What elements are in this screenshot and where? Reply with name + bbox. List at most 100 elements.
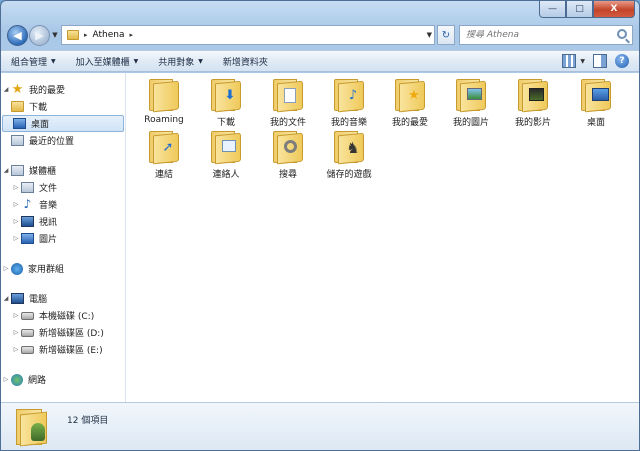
file-item-roaming[interactable]: Roaming	[135, 79, 193, 129]
file-item-favorites[interactable]: ★ 我的最愛	[381, 79, 439, 129]
expand-icon[interactable]: ▷	[11, 329, 21, 336]
tree-item-desktop[interactable]: 桌面	[2, 115, 124, 132]
expand-icon[interactable]: ▷	[11, 346, 21, 353]
maximize-button[interactable]: □	[566, 1, 593, 18]
share-with-button[interactable]: 共用對象 ▼	[158, 55, 203, 68]
tree-item-drive-c[interactable]: ▷ 本機磁碟 (C:)	[1, 307, 125, 324]
network-icon	[11, 373, 23, 386]
tree-item-favorites[interactable]: ◢ ★ 我的最愛	[1, 81, 125, 98]
new-folder-button[interactable]: 新增資料夾	[223, 55, 268, 68]
tree-label: 新增磁碟區 (D:)	[39, 329, 104, 339]
file-item-videos[interactable]: 我的影片	[504, 79, 562, 129]
recent-pages-dropdown[interactable]: ▼	[50, 31, 60, 39]
search-icon[interactable]	[617, 29, 627, 39]
recent-places-icon	[11, 135, 24, 146]
expand-icon[interactable]: ▷	[11, 218, 21, 225]
tree-item-computer[interactable]: ◢ 電腦	[1, 290, 125, 307]
tree-label: 音樂	[39, 201, 58, 211]
tree-item-pictures[interactable]: ▷ 圖片	[1, 230, 125, 247]
view-options-dropdown[interactable]: ▼	[580, 58, 585, 65]
folder-icon	[67, 30, 79, 40]
address-path[interactable]: Athena	[93, 30, 125, 40]
address-separator[interactable]: ▸	[84, 31, 88, 39]
local-disk-icon	[21, 311, 34, 320]
tree-item-libraries[interactable]: ◢ 媒體櫃	[1, 162, 125, 179]
tree-label: 視訊	[39, 218, 58, 228]
organize-label: 組合管理	[11, 57, 48, 68]
libraries-icon	[11, 165, 24, 176]
forward-button[interactable]: ▶	[29, 24, 50, 46]
preview-pane-icon[interactable]	[593, 54, 607, 68]
tree-label: 桌面	[31, 120, 50, 130]
expand-icon[interactable]: ▷	[1, 376, 11, 383]
tree-item-drive-e[interactable]: ▷ 新增磁碟區 (E:)	[1, 341, 125, 358]
file-item-contacts[interactable]: 連絡人	[197, 131, 255, 181]
tree-label: 電腦	[29, 295, 48, 305]
disk-icon	[21, 328, 34, 337]
tree-item-drive-d[interactable]: ▷ 新增磁碟區 (D:)	[1, 324, 125, 341]
expand-icon[interactable]: ▷	[11, 235, 21, 242]
desktop-icon	[13, 118, 26, 129]
content-area: ◢ ★ 我的最愛 下載 桌面 最近的位置 ◢ 媒體櫃 ▷ 文件 ▷ ♪ 音樂 ▷…	[1, 73, 639, 402]
expand-icon[interactable]: ◢	[1, 295, 11, 302]
expand-icon[interactable]: ▷	[11, 201, 21, 208]
tree-item-downloads[interactable]: 下載	[1, 98, 125, 115]
file-item-label: Roaming	[144, 115, 184, 125]
include-in-library-button[interactable]: 加入至媒體櫃 ▼	[76, 55, 139, 68]
tree-label: 文件	[39, 184, 58, 194]
tree-item-recent-places[interactable]: 最近的位置	[1, 132, 125, 149]
tree-label: 家用群組	[28, 265, 65, 275]
star-icon: ★	[11, 81, 24, 97]
share-with-label: 共用對象	[158, 57, 195, 68]
close-button[interactable]: X	[593, 1, 635, 18]
file-item-desktop[interactable]: 桌面	[567, 79, 625, 129]
file-item-music[interactable]: ♪ 我的音樂	[320, 79, 378, 129]
user-folder-icon	[15, 409, 49, 447]
tree-label: 新增磁碟區 (E:)	[39, 346, 103, 356]
explorer-window: — □ X ◀ ▶ ▼ ▸ Athena ▸ ▼ ↻ 組合管理 ▼ 加入至媒體櫃…	[0, 0, 640, 451]
expand-icon[interactable]: ▷	[1, 265, 11, 272]
tree-item-music[interactable]: ▷ ♪ 音樂	[1, 196, 125, 213]
file-item-downloads[interactable]: ⬇ 下載	[197, 79, 255, 129]
address-bar[interactable]: ▸ Athena ▸ ▼	[61, 25, 435, 45]
search-box[interactable]	[459, 25, 633, 45]
file-item-documents[interactable]: 我的文件	[259, 79, 317, 129]
expand-icon[interactable]: ◢	[1, 86, 11, 93]
downloads-folder-icon	[11, 101, 24, 112]
file-item-label: 桌面	[586, 118, 605, 128]
address-dropdown[interactable]: ▼	[427, 31, 432, 39]
search-input[interactable]	[466, 30, 616, 40]
help-icon[interactable]: ?	[615, 54, 629, 68]
links-folder-icon: ➚	[148, 131, 180, 165]
tree-item-documents[interactable]: ▷ 文件	[1, 179, 125, 196]
organize-button[interactable]: 組合管理 ▼	[11, 55, 56, 68]
videos-folder-icon	[517, 79, 549, 113]
desktop-folder-icon	[580, 79, 612, 113]
refresh-button[interactable]: ↻	[437, 25, 455, 45]
searches-folder-icon	[272, 131, 304, 165]
back-button[interactable]: ◀	[7, 24, 28, 46]
change-view-icon[interactable]	[562, 54, 577, 68]
address-separator[interactable]: ▸	[130, 31, 134, 39]
expand-icon[interactable]: ◢	[1, 167, 11, 174]
view-controls: ▼ ?	[554, 54, 629, 68]
expand-icon[interactable]: ▷	[11, 312, 21, 319]
file-item-label: 搜尋	[278, 170, 297, 180]
tree-item-homegroup[interactable]: ▷ 家用群組	[1, 260, 125, 277]
file-list[interactable]: Roaming ⬇ 下載 我的文件 ♪ 我的音樂 ★ 我的最愛 我的圖片 我的影…	[127, 73, 639, 402]
navigation-pane[interactable]: ◢ ★ 我的最愛 下載 桌面 最近的位置 ◢ 媒體櫃 ▷ 文件 ▷ ♪ 音樂 ▷…	[1, 73, 126, 402]
file-item-saved-games[interactable]: ♞ 儲存的遊戲	[320, 131, 378, 181]
file-item-searches[interactable]: 搜尋	[259, 131, 317, 181]
file-item-pictures[interactable]: 我的圖片	[442, 79, 500, 129]
file-item-label: 我的圖片	[452, 118, 489, 128]
minimize-button[interactable]: —	[539, 1, 566, 18]
include-in-library-label: 加入至媒體櫃	[75, 57, 130, 68]
tree-label: 媒體櫃	[29, 167, 57, 177]
tree-item-network[interactable]: ▷ 網路	[1, 371, 125, 388]
expand-icon[interactable]: ▷	[11, 184, 21, 191]
favorites-folder-icon: ★	[394, 79, 426, 113]
tree-item-videos[interactable]: ▷ 視訊	[1, 213, 125, 230]
file-item-links[interactable]: ➚ 連結	[135, 131, 193, 181]
saved-games-folder-icon: ♞	[333, 131, 365, 165]
pictures-icon	[21, 233, 34, 244]
